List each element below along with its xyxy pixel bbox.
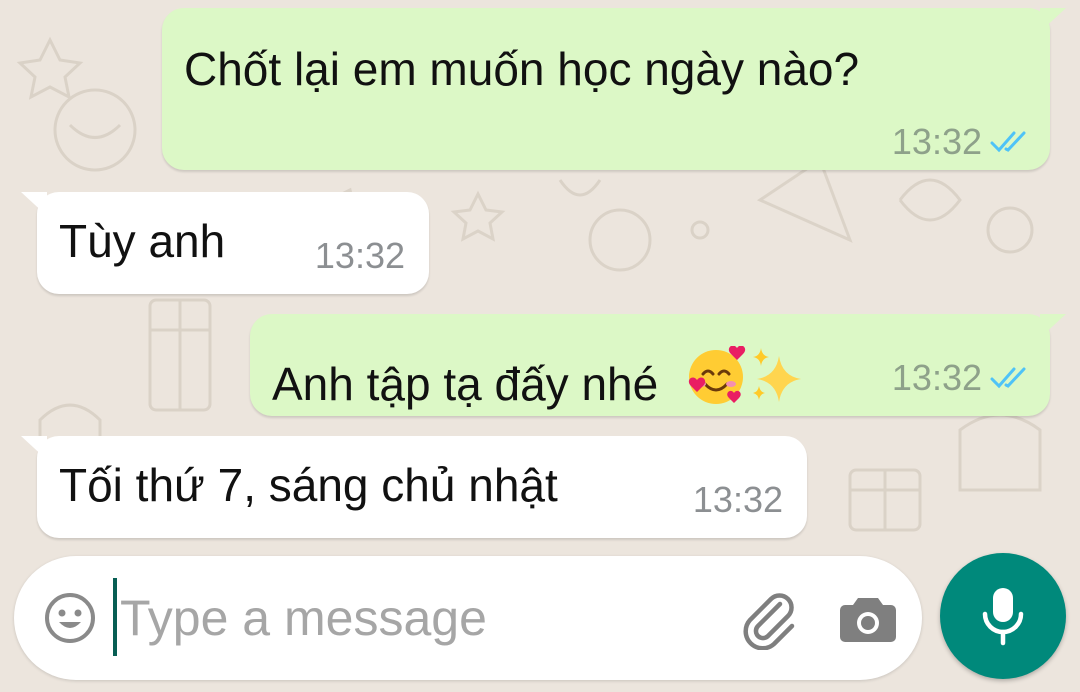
- incoming-message-bubble[interactable]: Tối thứ 7, sáng chủ nhật 13:32: [21, 436, 807, 538]
- read-ticks-icon: [990, 365, 1030, 391]
- message-time: 13:32: [314, 235, 405, 276]
- emoji-icon[interactable]: [44, 592, 96, 644]
- read-ticks-icon: [990, 129, 1030, 155]
- outgoing-message-bubble[interactable]: Anh tập tạ đấy nhé 13:32: [250, 314, 1066, 416]
- incoming-message-bubble[interactable]: Tùy anh 13:32: [21, 192, 429, 294]
- message-input[interactable]: [120, 586, 720, 650]
- message-meta: 13:32: [315, 238, 405, 274]
- message-time: 13:32: [891, 121, 982, 162]
- bubble-tail: [1040, 8, 1066, 32]
- bubble-tail: [21, 436, 47, 460]
- message-time: 13:32: [692, 479, 783, 520]
- text-caret: [113, 578, 117, 656]
- message-text: Tối thứ 7, sáng chủ nhật: [59, 459, 558, 511]
- message-meta: 13:32: [693, 482, 783, 518]
- microphone-button[interactable]: [940, 553, 1066, 679]
- message-text: Anh tập tạ đấy nhé: [272, 358, 659, 410]
- message-text: Chốt lại em muốn học ngày nào?: [184, 43, 860, 95]
- outgoing-message-bubble[interactable]: Chốt lại em muốn học ngày nào? 13:32: [162, 8, 1066, 170]
- camera-icon[interactable]: [840, 592, 896, 644]
- message-meta: 13:32: [892, 124, 1030, 160]
- smiling-face-with-hearts-icon: [688, 346, 746, 404]
- message-text-row: Anh tập tạ đấy nhé: [272, 346, 805, 408]
- bubble-tail: [21, 192, 47, 216]
- message-meta: 13:32: [892, 360, 1030, 396]
- message-text: Tùy anh: [59, 215, 226, 267]
- emoji-group: [685, 346, 805, 408]
- microphone-icon: [982, 588, 1024, 646]
- bubble-tail: [1040, 314, 1066, 338]
- sparkles-icon: [752, 348, 801, 402]
- attach-icon[interactable]: [740, 590, 800, 651]
- message-composer: [14, 556, 922, 680]
- message-time: 13:32: [891, 357, 982, 398]
